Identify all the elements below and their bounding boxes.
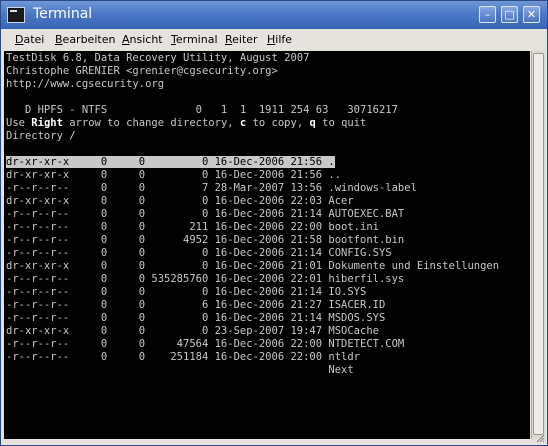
title-bar[interactable]: Terminal – □ ✕ [1, 1, 547, 29]
menu-hilfe[interactable]: Hilfe [267, 33, 292, 46]
file-row[interactable]: dr-xr-xr-x 0 0 0 23-Sep-2007 19:47 MSOCa… [6, 325, 379, 338]
file-row[interactable]: -r--r--r-- 0 0 0 16-Dec-2006 21:14 MSDOS… [6, 312, 385, 325]
file-row[interactable]: dr-xr-xr-x 0 0 0 16-Dec-2006 21:56 .. [6, 169, 341, 182]
file-row[interactable]: dr-xr-xr-x 0 0 0 16-Dec-2006 21:56 . [6, 156, 335, 169]
file-row[interactable]: -r--r--r-- 0 0 0 16-Dec-2006 21:14 AUTOE… [6, 208, 404, 221]
close-icon: ✕ [526, 8, 537, 21]
file-row[interactable]: -r--r--r-- 0 0 0 16-Dec-2006 21:14 IO.SY… [6, 286, 366, 299]
minimize-icon: – [484, 8, 491, 21]
file-row[interactable]: -r--r--r-- 0 0 6 16-Dec-2006 21:27 ISACE… [6, 299, 385, 312]
header-line: TestDisk 6.8, Data Recovery Utility, Aug… [6, 52, 310, 64]
help-text: arrow to change directory, [62, 117, 240, 129]
maximize-button[interactable]: □ [501, 6, 518, 23]
help-key-right: Right [31, 117, 63, 129]
file-row[interactable]: -r--r--r-- 0 0 251184 16-Dec-2006 22:00 … [6, 351, 360, 364]
file-row[interactable]: dr-xr-xr-x 0 0 0 16-Dec-2006 21:01 Dokum… [6, 260, 499, 273]
menu-bar: Datei Bearbeiten Ansicht Terminal Reiter… [2, 29, 546, 50]
resize-grip-icon[interactable] [535, 433, 545, 443]
file-row[interactable]: -r--r--r-- 0 0 0 16-Dec-2006 21:14 CONFI… [6, 247, 392, 260]
file-row[interactable]: dr-xr-xr-x 0 0 0 16-Dec-2006 22:03 Acer [6, 195, 354, 208]
terminal-screen[interactable]: TestDisk 6.8, Data Recovery Utility, Aug… [4, 51, 530, 439]
terminal-app-icon[interactable] [7, 7, 25, 23]
maximize-icon: □ [504, 8, 515, 21]
help-text: Use [6, 117, 32, 129]
menu-datei[interactable]: Datei [15, 33, 44, 46]
partition-line: D HPFS - NTFS 0 1 1 1911 254 63 30716217 [6, 104, 398, 116]
help-text: to quit [315, 117, 367, 129]
menu-terminal[interactable]: Terminal [171, 33, 218, 46]
directory-line: Directory / [6, 130, 76, 142]
menu-ansicht[interactable]: Ansicht [122, 33, 163, 46]
file-row[interactable]: -r--r--r-- 0 0 47564 16-Dec-2006 22:00 N… [6, 338, 404, 351]
window-title: Terminal [33, 6, 93, 22]
scrollbar[interactable] [531, 51, 545, 439]
terminal-window: Terminal – □ ✕ Datei Bearbeiten Ansicht … [0, 0, 548, 446]
header-line: http://www.cgsecurity.org [6, 78, 165, 90]
file-row[interactable]: -r--r--r-- 0 0 7 28-Mar-2007 13:56 .wind… [6, 182, 417, 195]
file-row[interactable]: -r--r--r-- 0 0 4952 16-Dec-2006 21:58 bo… [6, 234, 404, 247]
file-row[interactable]: -r--r--r-- 0 0 535285760 16-Dec-2006 22:… [6, 273, 404, 286]
scrollbar-thumb[interactable] [533, 53, 544, 435]
help-line: Use Right arrow to change directory, c t… [6, 117, 366, 130]
header-line: Christophe GRENIER <grenier@cgsecurity.o… [6, 65, 278, 77]
file-row[interactable]: -r--r--r-- 0 0 211 16-Dec-2006 22:00 boo… [6, 221, 379, 234]
menu-bearbeiten[interactable]: Bearbeiten [55, 33, 115, 46]
close-button[interactable]: ✕ [523, 6, 540, 23]
menu-reiter[interactable]: Reiter [225, 33, 258, 46]
next-page-link[interactable]: Next [6, 364, 353, 377]
minimize-button[interactable]: – [479, 6, 496, 23]
help-text: to copy, [246, 117, 310, 129]
